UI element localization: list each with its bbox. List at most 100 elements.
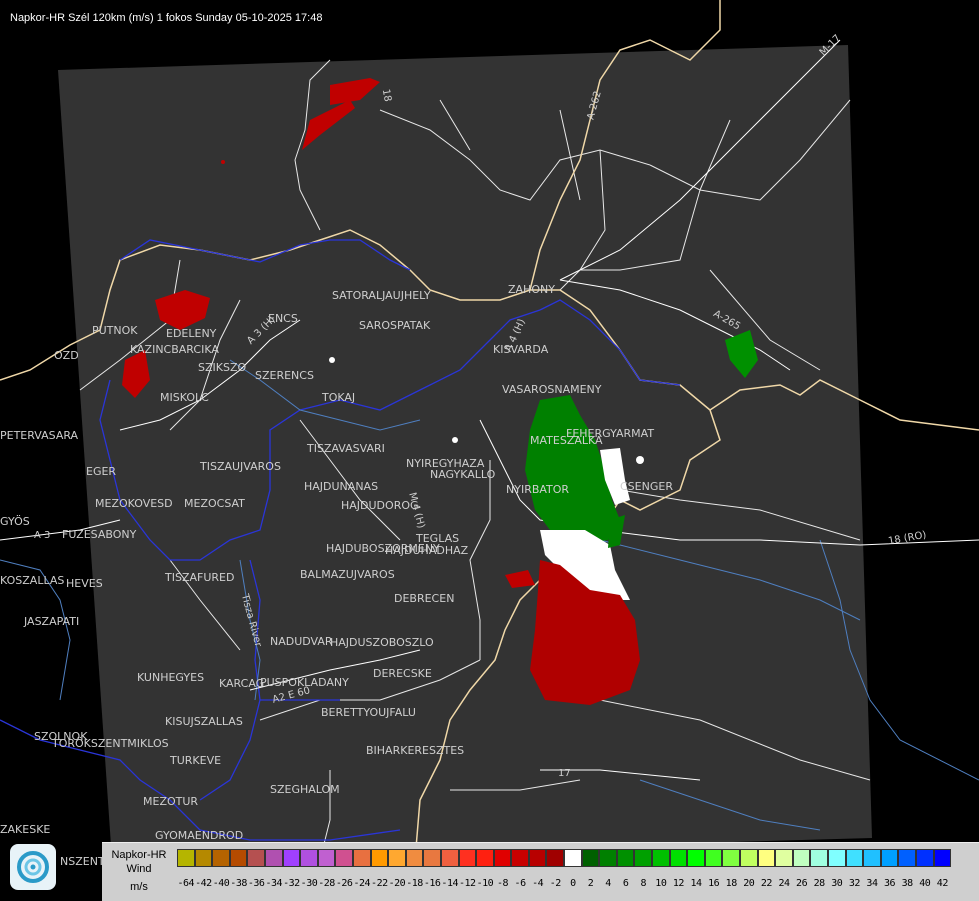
place-label: MEZOTUR — [143, 795, 199, 808]
place-label: DERECSKE — [373, 667, 432, 680]
legend-tick: -28 — [318, 878, 335, 889]
legend-tick: -26 — [335, 878, 353, 889]
legend-tick: -18 — [406, 878, 423, 889]
legend-swatch — [264, 849, 283, 867]
legend-tick: -4 — [532, 878, 544, 889]
legend-tick: -30 — [300, 878, 318, 889]
legend-tick: 6 — [622, 878, 629, 889]
legend-tick: -20 — [388, 878, 406, 889]
place-label: SZIKSZO — [198, 361, 247, 374]
place-label: MEZOKOVESD — [95, 497, 173, 510]
place-label: HAJDUDOROG — [341, 499, 419, 512]
legend-swatch — [740, 849, 758, 867]
place-label: TISZAUJVAROS — [200, 460, 281, 473]
place-label: TOKAJ — [322, 391, 356, 404]
legend-tick: 42 — [936, 878, 949, 889]
legend-swatch — [564, 849, 582, 867]
legend-swatch — [282, 849, 301, 867]
legend-tick: 14 — [690, 878, 702, 889]
place-label: TORÖKSZENTMIKLOS — [52, 737, 169, 750]
place-label: NAGYKALLO — [430, 468, 496, 481]
legend-tick: 12 — [672, 878, 685, 889]
place-label: MEZOCSAT — [184, 497, 245, 510]
legend-swatch — [317, 849, 336, 867]
place-label: FUZESABONY — [62, 528, 137, 541]
place-label: PETERVASARA — [0, 429, 79, 442]
place-label: BIHARKERESZTES — [366, 744, 465, 757]
road-label: A 3 — [34, 530, 51, 541]
legend-tick: 36 — [884, 878, 896, 889]
legend-swatch — [704, 849, 723, 867]
place-label: KISUJSZALLAS — [165, 715, 243, 728]
legend-swatch — [687, 849, 705, 867]
legend-swatch — [845, 849, 864, 867]
place-label: NYIRBATOR — [506, 483, 570, 496]
legend-tick: 18 — [725, 878, 738, 889]
legend-swatch — [212, 849, 230, 867]
legend-tick: 38 — [901, 878, 914, 889]
legend-tick: 32 — [848, 878, 861, 889]
legend-title: Napkor-HR — [111, 849, 167, 861]
place-label: GYOMAENDROD — [155, 829, 244, 842]
place-label: KISVARDA — [493, 343, 549, 356]
place-label: MATESZALKA — [530, 434, 603, 447]
legend-swatch — [915, 849, 934, 867]
legend-tick: -64 — [177, 878, 195, 889]
legend-tick: -24 — [353, 878, 371, 889]
place-label: HAJDUHADHAZ — [385, 544, 469, 557]
legend-swatch — [757, 849, 776, 867]
place-label: BERETTYOUJFALU — [321, 706, 416, 719]
road-label: 17 — [558, 768, 571, 779]
legend-tick: -8 — [496, 878, 509, 889]
legend-tick: -6 — [514, 878, 527, 889]
place-label: TISZAFURED — [165, 571, 235, 584]
legend-swatch — [652, 849, 670, 867]
place-label: ZAHONY — [508, 283, 555, 296]
legend-tick: -12 — [459, 878, 476, 889]
legend-swatch — [352, 849, 371, 867]
place-label: HAJDUSZOBOSZLO — [330, 636, 434, 649]
swirl-icon — [17, 851, 49, 883]
color-legend: Napkor-HR Wind m/s -64 -42 -40 -38 -36 -34 -32… — [102, 842, 979, 901]
legend-tick: 16 — [708, 878, 720, 889]
legend-tick: 10 — [655, 878, 667, 889]
legend-tick: -22 — [371, 878, 388, 889]
legend-tick: -38 — [230, 878, 247, 889]
place-label: SZEGHALOM — [270, 783, 340, 796]
place-label: JASZAPATI — [24, 615, 80, 628]
legend-tick: -2 — [549, 878, 562, 889]
legend-tick: -14 — [441, 878, 458, 889]
legend-tick: 24 — [778, 878, 790, 889]
echo-white-dot-3 — [452, 437, 458, 443]
legend-swatch — [863, 849, 881, 867]
place-label: PUTNOK — [92, 324, 138, 337]
legend-swatch — [511, 849, 529, 867]
legend-swatch — [528, 849, 547, 867]
legend-unit: m/s — [130, 881, 148, 893]
radar-coverage — [58, 45, 872, 860]
legend-swatch — [810, 849, 828, 867]
road-label: 18 — [379, 88, 393, 103]
place-label: TEGLAS — [416, 532, 460, 545]
place-label: KAZINCBARCIKA — [130, 343, 219, 356]
legend-swatch — [300, 849, 318, 867]
legend-tick: -10 — [476, 878, 494, 889]
legend-ticks: -64 -42 -40 -38 -36 -34 -32 -30 -28 -26 -24 -22 -20-… — [177, 878, 951, 889]
legend-tick: 20 — [743, 878, 755, 889]
place-label: MISKOLC — [160, 391, 209, 404]
legend-swatch — [476, 849, 494, 867]
legend-swatch — [775, 849, 793, 867]
place-label: KARCAG — [219, 677, 265, 690]
legend-swatches — [177, 849, 952, 869]
legend-tick: 30 — [831, 878, 843, 889]
legend-tick: 22 — [760, 878, 773, 889]
place-label: DEBRECEN — [394, 592, 455, 605]
legend-tick: 34 — [866, 878, 878, 889]
place-label: HAJDUNANAS — [304, 480, 379, 493]
map-title: Napkor-HR Szél 120km (m/s) 1 fokos Sunda… — [10, 12, 323, 24]
legend-swatch — [493, 849, 512, 867]
legend-tick: 4 — [605, 878, 611, 889]
place-label: BALMAZUJVAROS — [300, 568, 395, 581]
legend-swatch — [247, 849, 265, 867]
place-label: KOSZALLAS — [0, 574, 65, 587]
